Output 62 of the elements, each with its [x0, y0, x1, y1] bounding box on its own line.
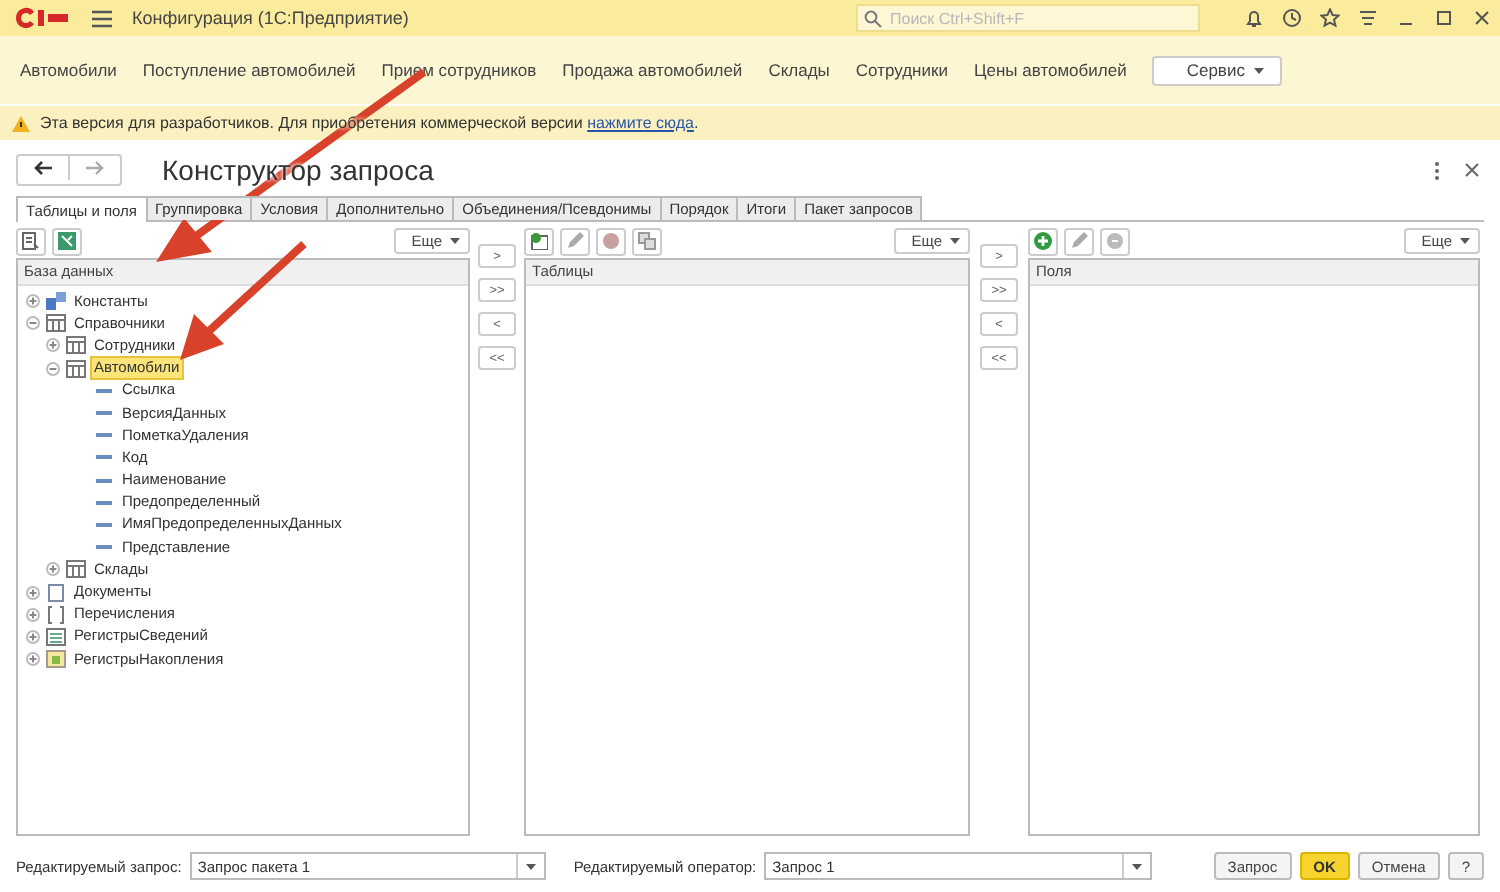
table-icon	[58, 232, 76, 250]
document-icon	[46, 583, 66, 602]
copy-icon	[638, 232, 656, 250]
pencil-icon	[1070, 232, 1088, 250]
table-icon	[46, 314, 66, 333]
expand-icon[interactable]	[26, 585, 40, 600]
table-icon	[66, 336, 86, 355]
caret-icon	[950, 238, 960, 244]
list-icon	[22, 232, 40, 250]
app-title: Конфигурация (1С:Предприятие)	[132, 8, 411, 28]
add-table-button[interactable]	[524, 227, 554, 255]
expand-icon[interactable]	[26, 294, 40, 309]
register-icon	[46, 650, 66, 669]
list-icon[interactable]	[1358, 8, 1378, 28]
expand-icon[interactable]	[26, 629, 40, 644]
service-button[interactable]: Сервис	[1152, 55, 1283, 85]
add-table-icon	[530, 232, 548, 250]
open-table-button[interactable]	[52, 227, 82, 255]
nav-link[interactable]: Цены автомобилей	[973, 60, 1127, 80]
expand-icon[interactable]	[46, 562, 60, 577]
caret-icon	[1460, 238, 1470, 244]
more-icon[interactable]	[1434, 161, 1440, 179]
caret-icon	[1132, 863, 1143, 869]
delete-button[interactable]	[1100, 227, 1130, 255]
delete-icon	[1106, 232, 1124, 250]
add-icon	[1034, 232, 1052, 250]
nav-link[interactable]: Сотрудники	[855, 60, 948, 80]
delete-icon	[602, 232, 620, 250]
register-icon	[46, 627, 66, 646]
expand-icon[interactable]	[26, 607, 40, 622]
copy-button[interactable]	[632, 227, 662, 255]
close-icon[interactable]	[1472, 8, 1492, 28]
star-icon[interactable]	[1320, 8, 1340, 28]
pencil-icon	[566, 232, 584, 250]
menu-icon[interactable]	[92, 9, 112, 27]
caret-icon	[1254, 67, 1265, 73]
nav-link[interactable]: Склады	[768, 60, 830, 80]
purchase-link[interactable]: нажмите сюда	[587, 114, 694, 132]
history-icon[interactable]	[1282, 8, 1302, 28]
query-icon-button[interactable]	[16, 227, 46, 255]
collapse-icon[interactable]	[26, 316, 40, 331]
expand-icon[interactable]	[26, 652, 40, 667]
bell-icon[interactable]	[1244, 8, 1264, 28]
logo-icon	[12, 6, 72, 30]
close-icon[interactable]	[1464, 161, 1480, 177]
enum-icon	[46, 605, 66, 624]
caret-icon	[525, 863, 536, 869]
nav-link[interactable]: Автомобили	[20, 60, 117, 80]
constants-icon	[46, 292, 66, 311]
search-field[interactable]: Поиск Ctrl+Shift+F	[856, 4, 1200, 32]
edit-button[interactable]	[1064, 227, 1094, 255]
collapse-icon[interactable]	[46, 361, 60, 376]
table-icon	[66, 560, 86, 579]
table-icon	[66, 359, 86, 378]
maximize-icon[interactable]	[1434, 8, 1454, 28]
warning-icon	[12, 115, 30, 131]
expand-icon[interactable]	[46, 338, 60, 353]
add-button[interactable]	[1028, 227, 1058, 255]
caret-icon	[450, 238, 460, 244]
nav-link[interactable]: Поступление автомобилей	[142, 60, 356, 80]
delete-button[interactable]	[596, 227, 626, 255]
nav-link[interactable]: Продажа автомобилей	[562, 60, 743, 80]
